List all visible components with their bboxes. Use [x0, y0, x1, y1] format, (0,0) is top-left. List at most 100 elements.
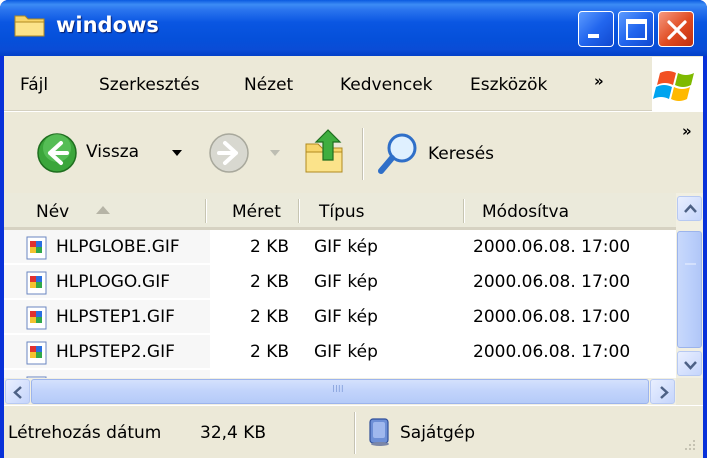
thumb-grip-icon [685, 263, 696, 265]
column-modified-header[interactable]: Módosítva [466, 193, 676, 227]
menu-bar: Fájl Szerkesztés Nézet Kedvencek Eszközö… [4, 56, 703, 111]
back-button[interactable]: Vissza [34, 132, 194, 176]
file-name: HLPSTEP1.GIF [56, 307, 175, 327]
forward-button[interactable] [206, 132, 286, 176]
file-modified: 2000.06.08. 17:00 [473, 342, 631, 362]
horizontal-scroll-thumb[interactable]: IIII [31, 379, 649, 404]
file-row[interactable]: HLPLOGO.GIF 2 KB GIF kép 2000.06.08. 17:… [4, 265, 676, 298]
column-divider[interactable] [298, 199, 299, 223]
my-computer-icon [369, 418, 389, 446]
file-modified: 2000.06.08. 17:00 [473, 307, 631, 327]
file-type: GIF kép [314, 237, 378, 257]
column-type-label: Típus [319, 202, 365, 222]
file-name: HLPGLOBE.GIF [56, 237, 180, 257]
explorer-window: windows Fájl Szerkesztés Nézet Kedvencek… [0, 0, 707, 458]
scroll-right-button[interactable] [650, 379, 675, 404]
gif-file-icon [26, 271, 47, 295]
minimize-icon [588, 34, 599, 38]
status-description: Létrehozás dátum [8, 423, 162, 443]
file-size: 2 KB [250, 237, 290, 257]
vertical-scrollbar[interactable] [676, 193, 703, 378]
status-location: Sajátgép [400, 423, 476, 443]
menu-view[interactable]: Nézet [244, 75, 293, 95]
menu-view-label: Nézet [244, 75, 294, 95]
status-bar: Létrehozás dátum 32,4 KB Sajátgép [4, 405, 703, 458]
window-title: windows [56, 13, 159, 37]
gif-file-icon [26, 341, 47, 365]
column-divider[interactable] [463, 199, 464, 223]
file-size: 2 KB [250, 307, 290, 327]
chevron-up-icon [684, 204, 697, 213]
column-name-header[interactable]: Név [4, 193, 204, 227]
toolbar-overflow-chevron[interactable]: » [682, 122, 692, 140]
forward-arrow-icon [209, 133, 249, 173]
menu-tools[interactable]: Eszközök [470, 75, 547, 95]
sort-ascending-icon [96, 206, 110, 214]
title-bar[interactable]: windows [0, 0, 707, 56]
chevron-down-icon [684, 361, 697, 370]
search-icon [378, 133, 417, 174]
column-size-header[interactable]: Méret [208, 193, 296, 227]
windows-logo-icon [652, 57, 703, 111]
status-description-panel: Létrehozás dátum [4, 406, 194, 458]
back-dropdown-icon[interactable] [172, 150, 182, 158]
back-arrow-icon [37, 133, 77, 173]
menu-edit-label: Szerkesztés [99, 75, 200, 95]
file-name: HLPLOGO.GIF [56, 272, 170, 292]
column-size-label: Méret [232, 202, 281, 222]
gif-file-icon [26, 306, 47, 330]
file-type: GIF kép [314, 272, 378, 292]
scrollbar-corner [676, 378, 703, 405]
back-label: Vissza [86, 142, 140, 162]
status-separator [354, 412, 355, 454]
menu-edit[interactable]: Szerkesztés [99, 75, 200, 95]
file-type: GIF kép [314, 342, 378, 362]
close-button[interactable] [658, 11, 694, 47]
status-size: 32,4 KB [200, 423, 267, 443]
file-modified: 2000.06.08. 17:00 [473, 237, 631, 257]
menu-overflow-chevron[interactable]: » [594, 72, 604, 90]
file-name: HLPSTEP2.GIF [56, 342, 175, 362]
file-type: GIF kép [314, 307, 378, 327]
menu-favorites-label: Kedvencek [340, 75, 433, 95]
search-label: Keresés [428, 144, 495, 164]
file-row[interactable]: HLPSTEP2.GIF 2 KB GIF kép 2000.06.08. 17… [4, 335, 676, 368]
minimize-button[interactable] [578, 11, 614, 47]
menu-tools-label: Eszközök [470, 75, 548, 95]
menu-file-label: Fájl [20, 75, 49, 95]
file-modified: 2000.06.08. 17:00 [473, 272, 631, 292]
column-type-header[interactable]: Típus [301, 193, 459, 227]
scroll-down-button[interactable] [677, 351, 702, 376]
close-icon [667, 20, 687, 40]
folder-up-icon [305, 129, 343, 173]
gif-file-icon [26, 236, 47, 260]
scroll-left-button[interactable] [5, 379, 30, 404]
thumb-grip: IIII [332, 384, 344, 395]
maximize-icon [626, 19, 647, 40]
vertical-scroll-thumb[interactable] [677, 231, 702, 348]
toolbar-separator [362, 128, 363, 180]
column-name-label: Név [36, 202, 70, 222]
up-folder-button[interactable] [300, 126, 350, 178]
file-size: 2 KB [250, 272, 290, 292]
resize-grip-icon[interactable] [683, 438, 697, 452]
file-size: 2 KB [250, 342, 290, 362]
folder-icon [14, 15, 45, 37]
chevron-left-icon [13, 386, 22, 399]
list-header: Név Méret Típus Módosítva [4, 193, 676, 230]
file-list: HLPGLOBE.GIF 2 KB GIF kép 2000.06.08. 17… [4, 230, 676, 378]
search-button[interactable]: Keresés [376, 130, 516, 176]
menu-favorites[interactable]: Kedvencek [340, 75, 433, 95]
maximize-button[interactable] [618, 11, 654, 47]
file-row[interactable]: HLPSTEP1.GIF 2 KB GIF kép 2000.06.08. 17… [4, 300, 676, 333]
menu-file[interactable]: Fájl [20, 75, 48, 95]
toolbar: Vissza Keresés » [4, 111, 703, 193]
chevron-right-icon [660, 386, 669, 399]
column-divider[interactable] [205, 199, 206, 223]
file-row[interactable]: HLPGLOBE.GIF 2 KB GIF kép 2000.06.08. 17… [4, 230, 676, 263]
file-row-partial[interactable] [4, 370, 676, 378]
column-modified-label: Módosítva [482, 202, 569, 222]
forward-dropdown-icon [270, 150, 280, 156]
horizontal-scrollbar[interactable]: IIII [4, 378, 676, 405]
scroll-up-button[interactable] [677, 196, 702, 221]
